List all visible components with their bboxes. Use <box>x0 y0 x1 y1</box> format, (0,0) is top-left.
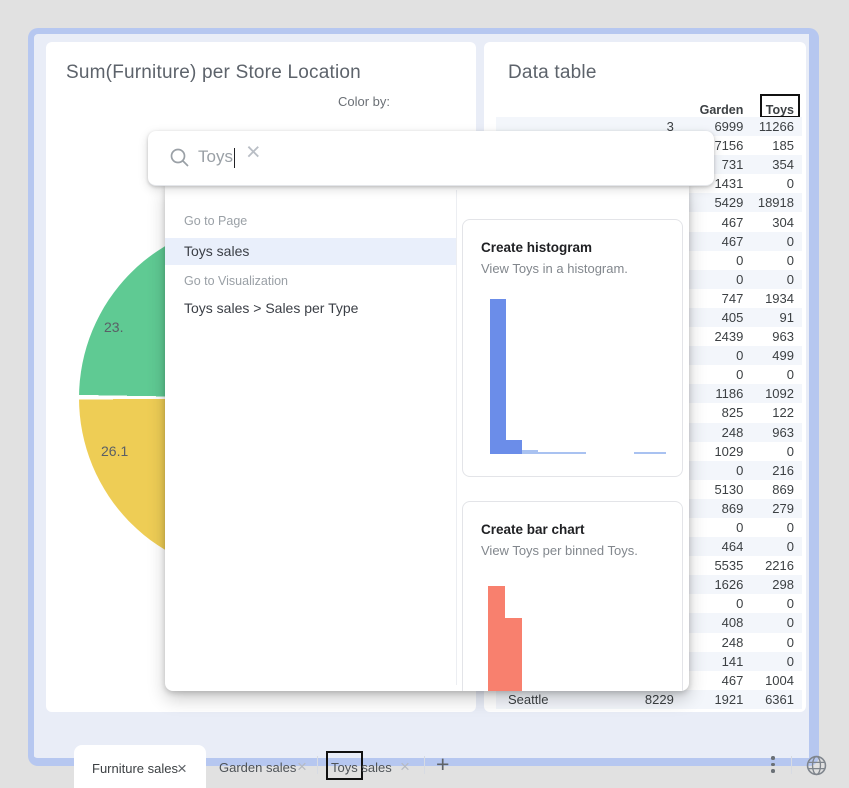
more-options-icon[interactable] <box>771 756 775 776</box>
table-cell: 963 <box>743 329 794 344</box>
barchart-card-subtitle: View Toys per binned Toys. <box>481 543 638 558</box>
table-cell: Seattle <box>508 692 619 707</box>
table-cell: 0 <box>743 615 794 630</box>
histogram-bar <box>554 452 570 454</box>
bar-chart-bar <box>505 618 522 691</box>
create-histogram-card[interactable]: Create histogram View Toys in a histogra… <box>462 219 683 477</box>
histogram-bar <box>538 452 554 454</box>
table-cell: 216 <box>743 463 794 478</box>
table-cell: 0 <box>743 520 794 535</box>
table-cell: 185 <box>743 138 794 153</box>
table-cell: 0 <box>743 272 794 287</box>
table-cell: 0 <box>743 654 794 669</box>
table-header-garden[interactable]: Garden <box>674 103 744 117</box>
tab-garden-sales[interactable]: Garden sales <box>219 760 296 775</box>
search-results-panel: Go to Page Toys sales Go to Visualizatio… <box>165 184 689 691</box>
histogram-bar <box>650 452 666 454</box>
pie-slice-label-green: 23. <box>104 319 123 335</box>
table-cell: 0 <box>743 367 794 382</box>
screen: Sum(Furniture) per Store Location Color … <box>0 0 849 788</box>
close-tab-icon[interactable]: × <box>400 758 410 775</box>
search-icon <box>168 146 192 170</box>
table-cell: 298 <box>743 577 794 592</box>
table-cell: 91 <box>743 310 794 325</box>
color-by-label: Color by: <box>338 94 390 109</box>
tab-toys-sales[interactable]: Toys sales <box>331 760 392 775</box>
section-header-go-to-page: Go to Page <box>184 214 247 228</box>
section-header-go-to-visualization: Go to Visualization <box>184 274 288 288</box>
tab-furniture-sales-label: Furniture sales <box>92 761 178 776</box>
histogram-bar <box>634 452 650 454</box>
histogram-bar <box>490 299 506 454</box>
table-cell: 0 <box>743 176 794 191</box>
table-cell: 354 <box>743 157 794 172</box>
table-cell: 0 <box>743 234 794 249</box>
close-tab-icon[interactable]: × <box>177 760 187 777</box>
table-cell: 499 <box>743 348 794 363</box>
close-tab-icon[interactable]: × <box>297 758 307 775</box>
table-cell: 279 <box>743 501 794 516</box>
tab-toys-rest: sales <box>358 760 392 775</box>
table-cell: 0 <box>743 539 794 554</box>
table-cell: 1934 <box>743 291 794 306</box>
tab-separator <box>317 756 318 774</box>
results-divider <box>456 190 457 685</box>
table-cell: 18918 <box>743 195 794 210</box>
result-item-toys-sales[interactable]: Toys sales <box>165 238 456 265</box>
histogram-bar <box>506 440 522 454</box>
tab-toys-highlighted-word: Toys <box>331 760 358 775</box>
search-input[interactable]: Toys <box>198 147 235 168</box>
create-bar-chart-card[interactable]: Create bar chart View Toys per binned To… <box>462 501 683 691</box>
table-cell: 0 <box>743 635 794 650</box>
table-cell: 0 <box>743 253 794 268</box>
bar-chart-bar <box>488 586 505 691</box>
table-cell: 0 <box>743 444 794 459</box>
table-cell: 304 <box>743 215 794 230</box>
pie-slice-label-yellow: 26.1 <box>101 443 128 459</box>
table-cell: 8229 <box>619 692 674 707</box>
add-tab-button[interactable]: + <box>436 751 449 778</box>
search-bar[interactable]: Toys × <box>148 131 714 186</box>
histogram-bar <box>522 450 538 454</box>
toolbar-separator <box>791 756 792 774</box>
pie-panel-title: Sum(Furniture) per Store Location <box>66 62 361 84</box>
search-match-box-toys-header <box>760 94 800 118</box>
histogram-bar <box>570 452 586 454</box>
table-cell: 1092 <box>743 386 794 401</box>
histogram-card-subtitle: View Toys in a histogram. <box>481 261 628 276</box>
table-cell: 11266 <box>743 119 794 134</box>
barchart-card-title: Create bar chart <box>481 522 585 537</box>
tab-furniture-sales[interactable]: Furniture sales × <box>74 745 206 788</box>
clear-search-icon[interactable]: × <box>246 140 261 165</box>
table-cell: 6361 <box>743 692 794 707</box>
table-cell: 1004 <box>743 673 794 688</box>
tab-separator <box>424 756 425 774</box>
table-cell: 963 <box>743 425 794 440</box>
table-cell: 1921 <box>674 692 744 707</box>
table-cell: 0 <box>743 596 794 611</box>
data-table-title: Data table <box>508 62 597 84</box>
globe-icon[interactable] <box>804 753 829 778</box>
table-row: Seattle822919216361 <box>496 690 802 709</box>
app-window: Sum(Furniture) per Store Location Color … <box>28 28 819 766</box>
result-item-toys-sales-viz[interactable]: Toys sales > Sales per Type <box>165 295 456 322</box>
table-cell: 869 <box>743 482 794 497</box>
text-cursor <box>234 148 236 168</box>
table-cell: 122 <box>743 405 794 420</box>
histogram-card-title: Create histogram <box>481 240 592 255</box>
search-query-text: Toys <box>198 147 233 166</box>
table-cell: 2216 <box>743 558 794 573</box>
